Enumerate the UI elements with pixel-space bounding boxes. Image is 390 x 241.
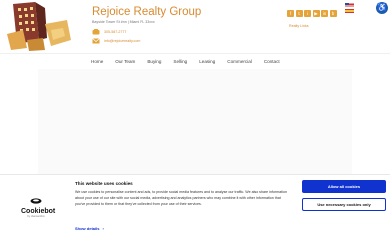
youtube-icon[interactable]: ▶ [312,10,320,17]
show-details-label[interactable]: Show details [75,226,99,231]
social-links: f t i ▶ in b [287,10,337,17]
phone-contact[interactable]: 305-587-2777 [92,29,126,35]
header-divider [0,53,390,54]
brand-address: Bayside Tower St #nn | Miami FL 33xxx [92,20,155,24]
show-details-link[interactable]: Show details › [75,226,104,231]
cookiebot-logo: Cookiebot by Usercentrics [21,198,56,218]
allow-all-cookies-button[interactable]: Allow all cookies [302,180,386,193]
email-address[interactable]: info@rejoicerealty.com [104,39,140,43]
language-switcher [345,3,354,13]
email-contact[interactable]: info@rejoicerealty.com [92,38,140,44]
spanish-flag-icon[interactable] [345,8,354,13]
chevron-right-icon: › [102,226,104,231]
cookie-icon [30,198,42,204]
brand-title[interactable]: Rejoice Realty Group [92,6,201,18]
cookie-title: This website uses cookies [75,181,133,186]
facebook-icon[interactable]: f [287,10,294,17]
company-logo[interactable] [5,0,75,52]
accessibility-icon[interactable]: ♿ [376,2,388,14]
blog-icon[interactable]: b [329,10,337,17]
cookiebot-sub: by Usercentrics [27,215,45,218]
nav-selling[interactable]: Selling [173,59,187,64]
main-nav: Home Our Team Buying Selling Leasing Com… [91,59,280,64]
english-flag-icon[interactable] [345,3,354,7]
cookie-description: We use cookies to personalise content an… [75,190,287,206]
header-link[interactable]: Realty Links [289,24,309,28]
phone-icon [92,29,100,35]
nav-contact[interactable]: Contact [264,59,280,64]
necessary-cookies-button[interactable]: Use necessary cookies only [302,198,386,211]
phone-number[interactable]: 305-587-2777 [104,30,126,34]
instagram-icon[interactable]: i [304,10,311,17]
linkedin-icon[interactable]: in [321,10,328,17]
nav-commercial[interactable]: Commercial [227,59,252,64]
nav-leasing[interactable]: Leasing [199,59,215,64]
nav-our-team[interactable]: Our Team [115,59,135,64]
nav-buying[interactable]: Buying [147,59,161,64]
twitter-icon[interactable]: t [295,10,303,17]
cookiebot-brand: Cookiebot [21,208,56,215]
envelope-icon [92,38,100,44]
nav-home[interactable]: Home [91,59,103,64]
